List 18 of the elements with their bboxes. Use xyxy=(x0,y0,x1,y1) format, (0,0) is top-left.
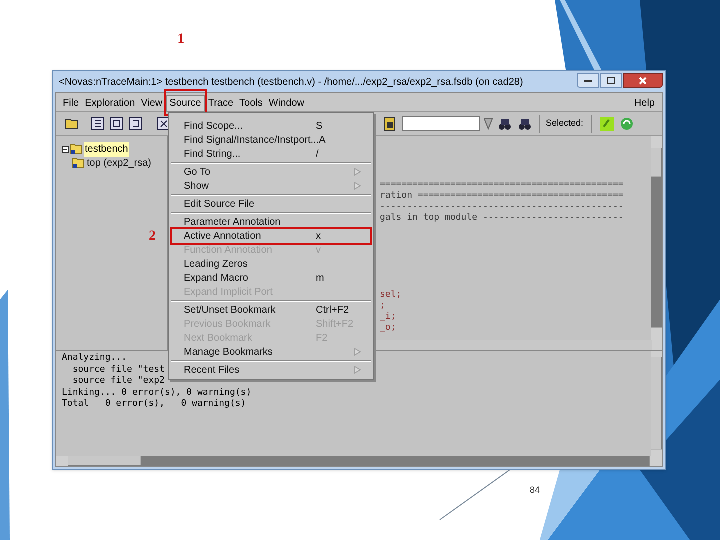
annotation-number: 1 xyxy=(178,32,185,47)
code-line: _o; xyxy=(380,323,396,334)
code-line: ; xyxy=(380,301,386,312)
code-line: ============================================= xyxy=(380,180,624,191)
code-line: gals in top module -------------------------- xyxy=(380,213,624,224)
window-title: <Novas:nTraceMain:1> testbench testbench (testbench.v) - /home/.../exp2_rsa/exp2_rsa.fsdb (on cad28) xyxy=(59,76,524,90)
log-line: source file "test xyxy=(72,364,165,376)
log-line: Analyzing... xyxy=(62,353,128,364)
log-line: Total 0 error(s), 0 warning(s) xyxy=(62,399,246,410)
code-line: --------------------------------------------- xyxy=(380,202,624,213)
annotation-number: 2 xyxy=(149,229,156,244)
code-line: sel; xyxy=(380,290,402,301)
code-line: _i; xyxy=(380,312,396,323)
selected-label: Selected: xyxy=(546,116,584,130)
log-line: source file "exp2 xyxy=(72,376,165,388)
log-line: Linking... 0 error(s), 0 warning(s) xyxy=(62,388,252,399)
page-number: 84 xyxy=(530,484,540,497)
code-line: ration ====================================== xyxy=(380,191,624,202)
